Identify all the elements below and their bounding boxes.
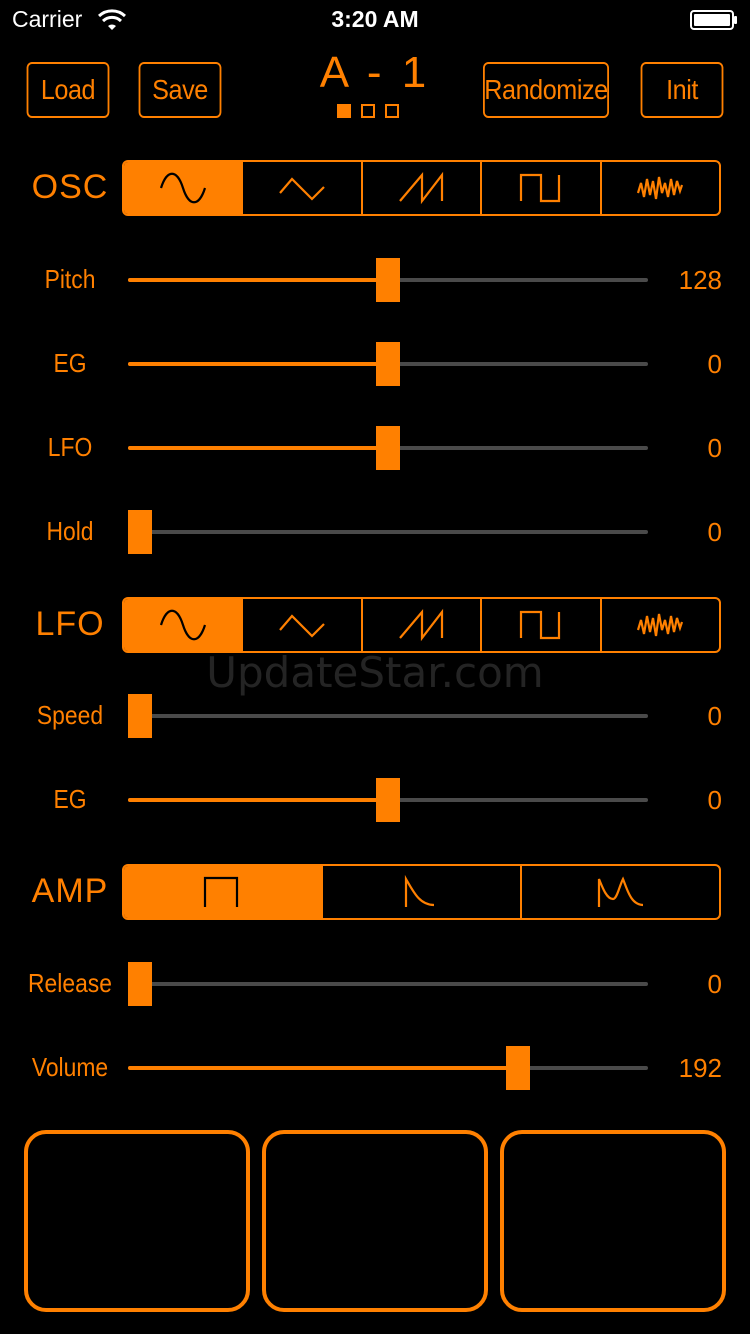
save-button[interactable]: Save: [138, 62, 222, 118]
amp-env-attack-decay[interactable]: [520, 866, 719, 918]
trigger-pad-3[interactable]: [500, 1130, 726, 1312]
amp-env-decay[interactable]: [321, 866, 520, 918]
lfo-eg-slider[interactable]: [128, 778, 648, 822]
load-button[interactable]: Load: [26, 62, 110, 118]
lfo-eg-label: EG: [53, 784, 87, 814]
decay-envelope-icon: [404, 875, 434, 907]
lfo-wave-sawtooth[interactable]: [360, 599, 480, 651]
osc-waveform-selector[interactable]: [122, 160, 721, 216]
noise-wave-icon: [637, 176, 684, 200]
status-time: 3:20 AM: [331, 6, 419, 32]
lfo-speed-slider[interactable]: [128, 694, 648, 738]
trigger-pad-1[interactable]: [24, 1130, 250, 1312]
slider-thumb[interactable]: [376, 342, 400, 386]
triangle-wave-icon: [279, 614, 325, 638]
osc-wave-triangle[interactable]: [241, 162, 360, 214]
amp-volume-slider[interactable]: [128, 1046, 648, 1090]
amp-volume-label: Volume: [31, 1052, 109, 1082]
osc-pitch-value: 128: [678, 265, 722, 295]
lfo-wave-noise[interactable]: [599, 599, 719, 651]
lfo-speed-label: Speed: [36, 700, 104, 730]
osc-eg-value: 0: [707, 349, 722, 379]
osc-lfo-label: LFO: [47, 432, 93, 462]
amp-volume-value: 192: [678, 1053, 722, 1083]
sine-wave-icon: [159, 609, 206, 641]
noise-wave-icon: [637, 613, 684, 637]
trigger-pad-2[interactable]: [262, 1130, 488, 1312]
osc-wave-sawtooth[interactable]: [360, 162, 480, 214]
lfo-waveform-selector[interactable]: [122, 597, 721, 653]
init-button[interactable]: Init: [640, 62, 724, 118]
osc-wave-noise[interactable]: [599, 162, 719, 214]
lfo-eg-value: 0: [707, 785, 722, 815]
slider-thumb[interactable]: [376, 258, 400, 302]
osc-wave-square[interactable]: [480, 162, 599, 214]
lfo-section-label: LFO: [35, 605, 105, 643]
slider-thumb[interactable]: [506, 1046, 530, 1090]
amp-section-label: AMP: [31, 872, 109, 910]
preset-page-dot-3[interactable]: [385, 104, 399, 118]
slider-thumb[interactable]: [376, 426, 400, 470]
square-wave-icon: [519, 173, 561, 203]
osc-hold-value: 0: [707, 517, 722, 547]
slider-thumb[interactable]: [128, 694, 152, 738]
amp-env-gate[interactable]: [124, 866, 321, 918]
slider-thumb[interactable]: [376, 778, 400, 822]
randomize-button[interactable]: Randomize: [483, 62, 609, 118]
watermark: UpdateStar.com: [206, 648, 544, 697]
lfo-wave-square[interactable]: [480, 599, 599, 651]
osc-lfo-slider[interactable]: [128, 426, 648, 470]
osc-hold-label: Hold: [46, 516, 94, 546]
sine-wave-icon: [159, 172, 206, 204]
lfo-wave-sine[interactable]: [124, 599, 242, 651]
gate-envelope-icon: [203, 876, 238, 907]
sawtooth-wave-icon: [398, 171, 443, 205]
osc-eg-slider[interactable]: [128, 342, 648, 386]
osc-section-label: OSC: [31, 168, 109, 206]
slider-thumb[interactable]: [128, 962, 152, 1006]
slider-thumb[interactable]: [128, 510, 152, 554]
osc-eg-label: EG: [53, 348, 87, 378]
amp-release-label: Release: [28, 968, 112, 998]
attack-decay-envelope-icon: [597, 876, 643, 907]
osc-hold-slider[interactable]: [128, 510, 648, 554]
sawtooth-wave-icon: [398, 608, 443, 642]
status-bar: Carrier 3:20 AM: [0, 0, 750, 40]
osc-lfo-value: 0: [707, 433, 722, 463]
lfo-wave-triangle[interactable]: [241, 599, 360, 651]
amp-release-value: 0: [707, 969, 722, 999]
osc-pitch-slider[interactable]: [128, 258, 648, 302]
preset-page-dot-2[interactable]: [361, 104, 375, 118]
battery-icon: [690, 10, 737, 30]
osc-wave-sine[interactable]: [124, 162, 242, 214]
square-wave-icon: [519, 610, 561, 640]
preset-page-dot-1[interactable]: [337, 104, 351, 118]
amp-release-slider[interactable]: [128, 962, 648, 1006]
preset-name: A - 1: [319, 48, 431, 97]
amp-envelope-selector[interactable]: [122, 864, 721, 920]
lfo-speed-value: 0: [707, 701, 722, 731]
osc-pitch-label: Pitch: [44, 264, 96, 294]
preset-page-indicator[interactable]: [337, 104, 399, 118]
triangle-wave-icon: [279, 177, 325, 201]
